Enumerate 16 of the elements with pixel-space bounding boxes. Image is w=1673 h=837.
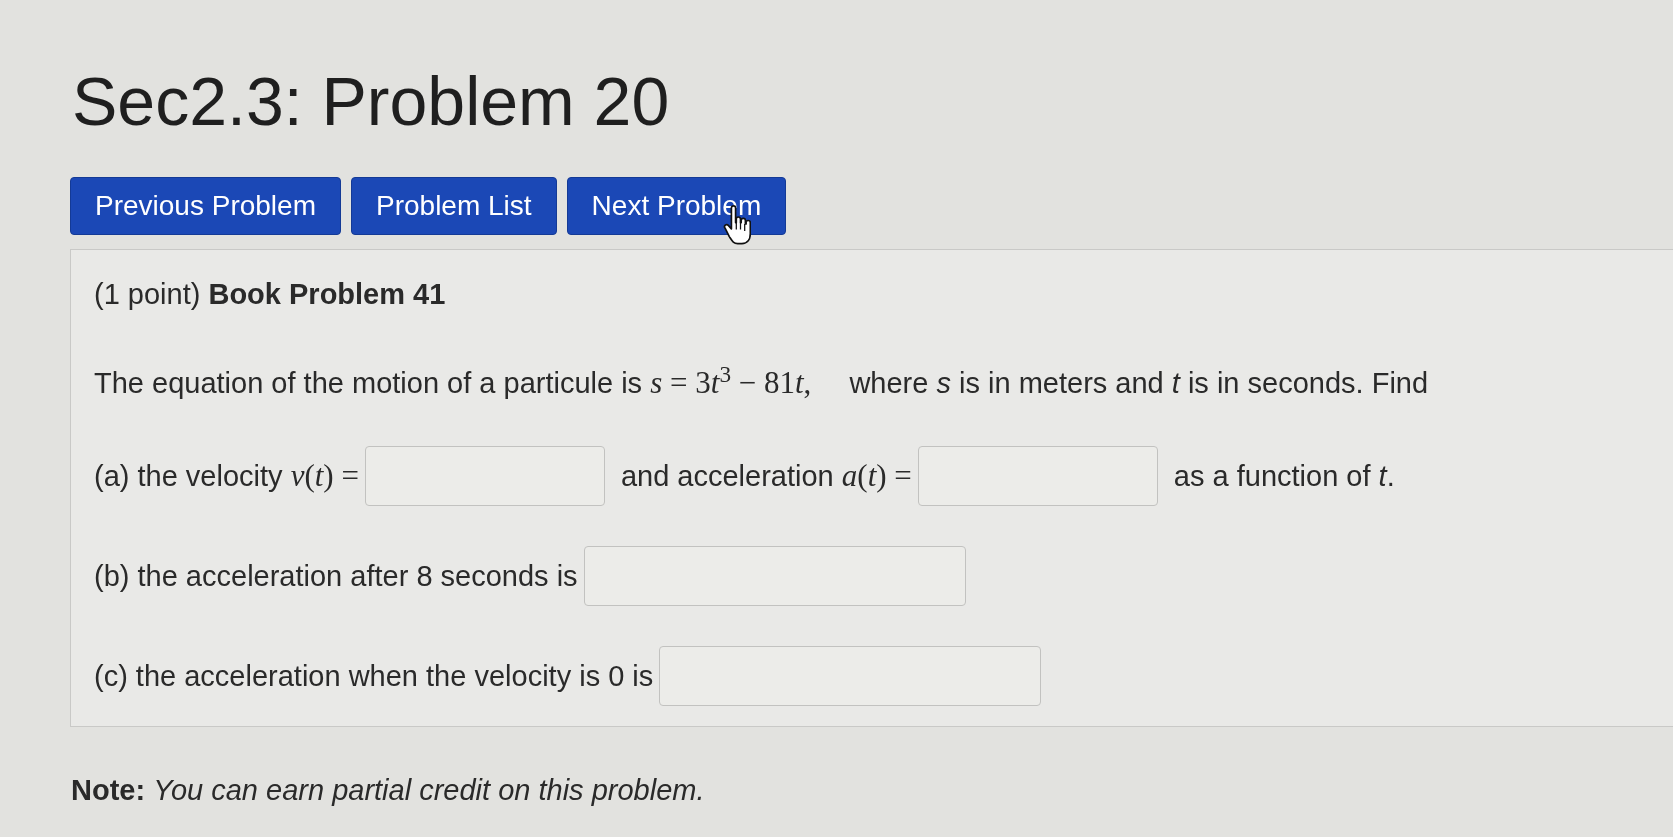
problem-nav-button[interactable]: Next Problem: [566, 177, 787, 236]
question-text: as a function of t.: [1173, 459, 1395, 494]
problem-heading: (1 point) Book Problem 41: [94, 277, 446, 312]
answer-field[interactable]: [364, 446, 605, 507]
question-text: and acceleration a(t) =: [620, 459, 912, 494]
question-text: (c) the acceleration when the velocity is 0 is: [94, 659, 654, 694]
problem-nav-button[interactable]: Previous Problem: [70, 177, 341, 236]
note-text: Note: You can earn partial credit on this problem.: [71, 773, 705, 808]
problem-nav-button[interactable]: Problem List: [351, 177, 557, 236]
answer-field[interactable]: [583, 546, 966, 607]
answer-field[interactable]: [917, 446, 1158, 507]
question-text: (a) the velocity v(t) =: [94, 459, 359, 494]
question-text: (b) the acceleration after 8 seconds is: [94, 559, 578, 594]
problem-statement: The equation of the motion of a particule is s = 3t$^{3}$ − 81t, where s is in meters and t is in seconds. Find: [94, 366, 1429, 401]
answer-field[interactable]: [659, 646, 1042, 707]
page-title: Sec2.3: Problem 20: [72, 62, 670, 141]
